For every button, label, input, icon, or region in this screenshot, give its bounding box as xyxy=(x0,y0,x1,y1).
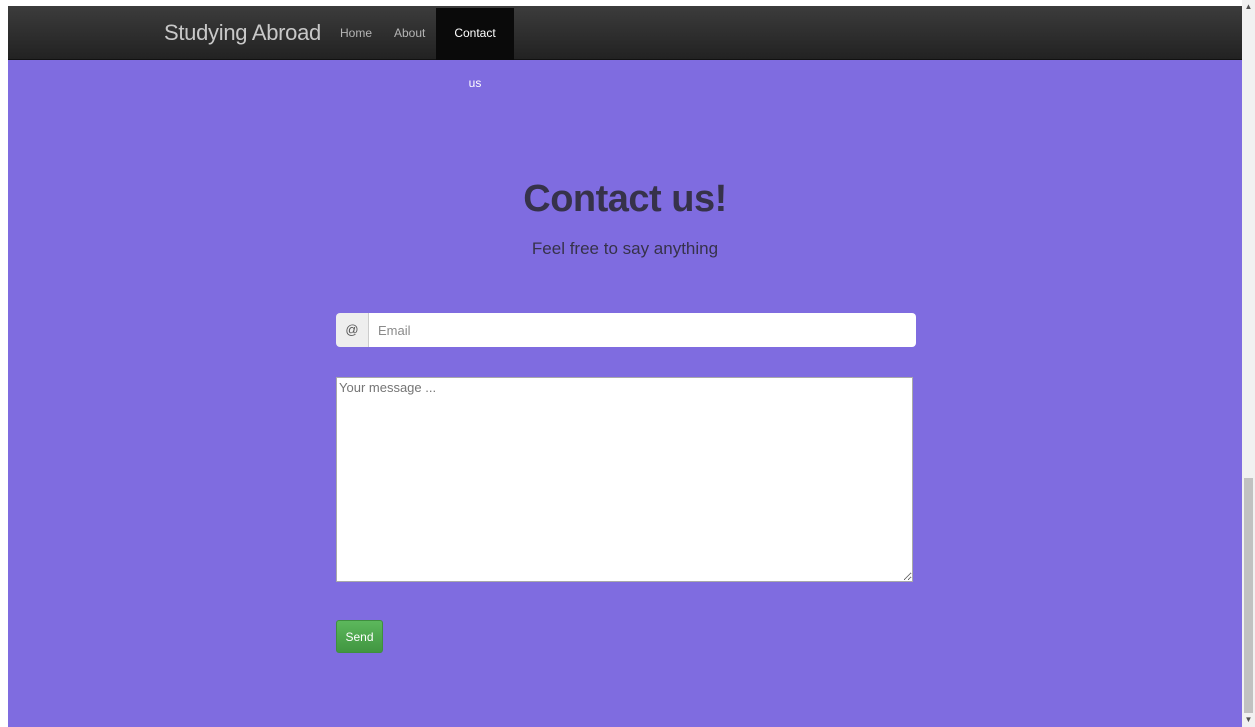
brand-link[interactable]: Studying Abroad xyxy=(164,6,321,60)
triangle-up-icon[interactable]: ▲ xyxy=(1242,0,1255,14)
nav-item-contact[interactable]: Contact us xyxy=(436,8,514,90)
email-field[interactable] xyxy=(369,313,916,347)
email-input-group: @ xyxy=(336,313,916,347)
scrollbar-thumb[interactable] xyxy=(1244,478,1253,713)
triangle-down-icon[interactable]: ▼ xyxy=(1242,713,1255,727)
page-subtitle: Feel free to say anything xyxy=(531,239,719,258)
nav-item-home[interactable]: Home xyxy=(328,8,384,60)
page-viewport: Studying Abroad Home About Contact us Co… xyxy=(8,0,1242,727)
send-button[interactable]: Send xyxy=(336,620,383,653)
vertical-scrollbar[interactable]: ▲ ▼ xyxy=(1242,0,1255,727)
at-sign-icon: @ xyxy=(336,313,369,347)
page-title: Contact us! xyxy=(523,178,727,220)
navbar: Studying Abroad Home About Contact us xyxy=(8,6,1242,90)
nav-item-about[interactable]: About xyxy=(382,8,437,60)
page-left-edge xyxy=(0,0,8,727)
message-textarea[interactable] xyxy=(336,377,913,582)
